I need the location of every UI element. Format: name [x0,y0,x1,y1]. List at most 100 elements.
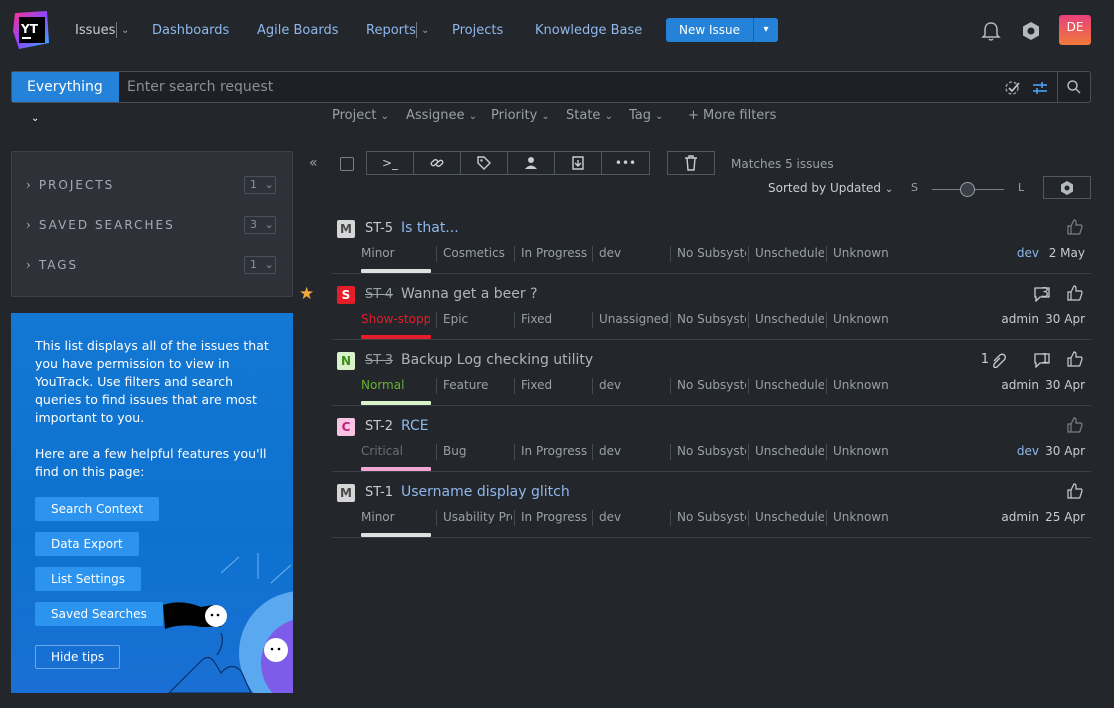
issue-field-ver[interactable]: Unknown [826,312,902,328]
issue-field-state[interactable]: Fixed [514,378,590,394]
priority-badge[interactable]: M [337,220,355,238]
nav-projects[interactable]: Projects [452,23,503,38]
priority-badge[interactable]: N [337,352,355,370]
issue-field-type[interactable]: Feature [436,378,512,394]
thumbs-up-icon[interactable] [1067,417,1083,433]
filter-project[interactable]: Project ⌄ [332,108,389,123]
comment-icon[interactable] [1034,287,1050,302]
query-assist-icon[interactable] [1004,79,1022,97]
issue-reporter[interactable]: admin [1001,312,1039,326]
issue-field-type[interactable]: Epic [436,312,512,328]
issue-row[interactable]: N ST-3 Backup Log checking utility Normal Fe… [332,340,1091,406]
link-icon[interactable] [414,152,461,174]
issue-field-ver[interactable]: Unknown [826,378,902,394]
collapse-sidebar-icon[interactable]: « [309,155,318,171]
issue-id[interactable]: ST-4 [365,287,393,302]
comment-icon[interactable] [1034,353,1050,368]
issue-field-assignee[interactable]: dev [592,378,668,394]
issue-row[interactable]: S ST-4 Wanna get a beer ? Show-stopper EpicF… [332,274,1091,340]
gear-icon[interactable] [1020,20,1042,42]
search-context-tip-button[interactable]: Search Context [35,497,160,521]
issue-field-priority[interactable]: Minor [361,510,430,526]
sidebar-item-saved-searches[interactable]: › SAVED SEARCHES [26,218,175,232]
issue-reporter[interactable]: admin [1001,378,1039,392]
filter-priority[interactable]: Priority ⌄ [491,108,550,123]
issue-field-subsystem[interactable]: No Subsystem [670,444,746,460]
issue-field-assignee[interactable]: Unassigned [592,312,668,328]
filter-assignee[interactable]: Assignee ⌄ [406,108,477,123]
nav-issues[interactable]: Issues [75,23,115,38]
saved-searches-count[interactable]: 3 ⌄ [244,216,276,234]
issue-row[interactable]: M ST-5 Is that... Minor Cosmetics In Progress… [332,208,1091,274]
delete-button[interactable] [667,151,715,175]
issue-field-state[interactable]: In Progress [514,246,590,262]
issue-reporter[interactable]: dev [1017,246,1039,260]
issue-field-ver[interactable]: Unknown [826,444,902,460]
issue-title[interactable]: Backup Log checking utility [401,352,593,368]
issue-field-type[interactable]: Usability Problem [436,510,512,526]
priority-badge[interactable]: S [337,286,355,304]
search-context-button[interactable]: Everything ⌄ [12,72,119,124]
issue-id[interactable]: ST-5 [365,221,393,236]
more-actions-icon[interactable]: ••• [602,152,649,174]
projects-count[interactable]: 1 ⌄ [244,176,276,194]
issues-chevron-down-icon[interactable]: ⌄ [121,25,129,36]
size-slider-handle[interactable] [960,182,975,197]
issue-field-state[interactable]: In Progress [514,444,590,460]
issue-field-fix[interactable]: Unscheduled [748,444,824,460]
filter-settings-icon[interactable] [1031,79,1049,97]
sort-dropdown[interactable]: Sorted by Updated ⌄ [768,181,893,195]
list-settings-button[interactable] [1043,176,1091,199]
issue-id[interactable]: ST-1 [365,485,393,500]
search-input[interactable] [127,72,997,102]
issue-field-assignee[interactable]: dev [592,444,668,460]
star-icon[interactable]: ★ [299,284,314,304]
reports-chevron-down-icon[interactable]: ⌄ [421,25,429,36]
issue-field-priority[interactable]: Critical [361,444,430,460]
issue-field-subsystem[interactable]: No Subsystem [670,246,746,262]
issue-field-fix[interactable]: Unscheduled [748,246,824,262]
search-icon[interactable] [1066,79,1082,95]
hide-tips-button[interactable]: Hide tips [35,645,121,669]
nav-knowledge-base[interactable]: Knowledge Base [535,23,642,38]
issue-field-subsystem[interactable]: No Subsystem [670,312,746,328]
issue-title[interactable]: Username display glitch [401,484,570,500]
select-all-checkbox[interactable] [340,157,354,171]
thumbs-up-icon[interactable] [1067,285,1083,301]
thumbs-up-icon[interactable] [1067,351,1083,367]
issue-field-ver[interactable]: Unknown [826,510,902,526]
issue-field-ver[interactable]: Unknown [826,246,902,262]
thumbs-up-icon[interactable] [1067,219,1083,235]
issue-id[interactable]: ST-2 [365,419,393,434]
tag-icon[interactable] [461,152,508,174]
issue-title[interactable]: Wanna get a beer ? [401,286,538,302]
issue-field-priority[interactable]: Minor [361,246,430,262]
priority-badge[interactable]: C [337,418,355,436]
priority-badge[interactable]: M [337,484,355,502]
data-export-tip-button[interactable]: Data Export [35,532,139,556]
tags-count[interactable]: 1 ⌄ [244,256,276,274]
avatar[interactable]: DE [1059,15,1091,45]
issue-field-state[interactable]: Fixed [514,312,590,328]
nav-reports[interactable]: Reports [366,23,416,38]
command-icon[interactable]: >_ [367,152,414,174]
more-filters-button[interactable]: + More filters [688,108,776,123]
issue-field-fix[interactable]: Unscheduled [748,510,824,526]
sidebar-item-projects[interactable]: › PROJECTS [26,178,114,192]
issue-field-subsystem[interactable]: No Subsystem [670,378,746,394]
issue-field-type[interactable]: Cosmetics [436,246,512,262]
issue-field-assignee[interactable]: dev [592,510,668,526]
assignee-icon[interactable] [508,152,555,174]
bell-icon[interactable] [980,20,1002,42]
issue-field-priority[interactable]: Normal [361,378,430,394]
list-settings-tip-button[interactable]: List Settings [35,567,142,591]
issue-title[interactable]: RCE [401,418,429,434]
thumbs-up-icon[interactable] [1067,483,1083,499]
new-issue-button[interactable]: New Issue [666,18,753,42]
issue-title[interactable]: Is that... [401,220,459,236]
filter-tag[interactable]: Tag ⌄ [629,108,664,123]
export-icon[interactable] [555,152,602,174]
saved-searches-tip-button[interactable]: Saved Searches [35,602,163,626]
issue-field-type[interactable]: Bug [436,444,512,460]
issue-field-priority[interactable]: Show-stopper [361,312,430,328]
